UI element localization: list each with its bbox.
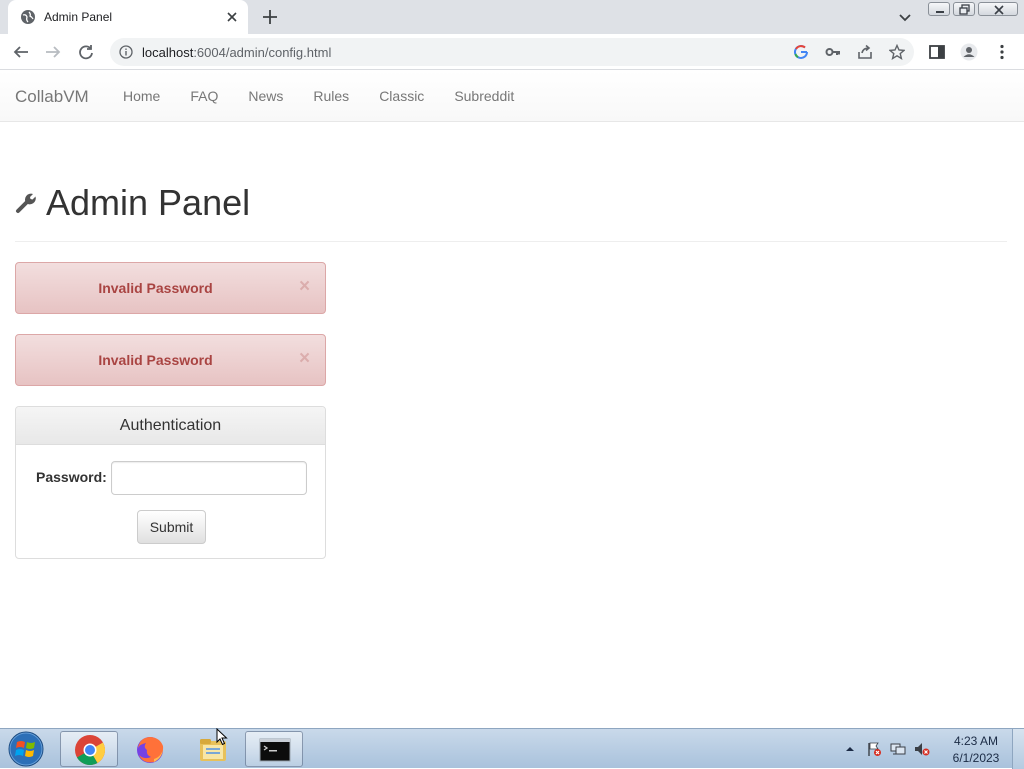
volume-muted-icon[interactable] [914,741,930,757]
browser-tabstrip: Admin Panel [0,0,1024,34]
password-field[interactable] [111,461,307,495]
plus-icon[interactable] [261,8,279,26]
site-navbar: CollabVM Home FAQ News Rules Classic Sub… [0,71,1024,122]
share-icon[interactable] [857,44,873,60]
clock-date[interactable]: 6/1/2023 [948,751,1004,765]
clock-time[interactable]: 4:23 AM [948,734,1004,748]
alert-message: Invalid Password [98,280,213,296]
nav-link-news[interactable]: News [233,71,298,122]
address-bar[interactable]: localhost:6004/admin/config.html [110,38,914,66]
url-text[interactable]: localhost:6004/admin/config.html [142,45,331,60]
nav-link-faq[interactable]: FAQ [175,71,233,122]
action-center-flag-icon[interactable] [866,741,882,757]
alert-close-button[interactable]: × [299,277,310,296]
globe-icon [21,10,35,24]
taskbar-cmd[interactable] [245,731,303,767]
nav-link-subreddit[interactable]: Subreddit [439,71,529,122]
nav-link-home[interactable]: Home [108,71,175,122]
menu-dots-icon[interactable] [993,43,1011,61]
back-icon[interactable] [12,43,30,61]
panel-title: Authentication [119,417,222,434]
windows-taskbar: 4:23 AM 6/1/2023 [0,728,1024,769]
side-panel-icon[interactable] [928,43,946,61]
chrome-icon [75,735,106,766]
google-icon[interactable] [793,44,809,60]
window-restore-button[interactable] [953,2,975,16]
tab-title: Admin Panel [44,10,113,24]
forward-icon[interactable] [44,43,62,61]
restore-icon [959,4,970,15]
taskbar-explorer[interactable] [184,731,242,767]
nav-link-rules[interactable]: Rules [298,71,364,122]
browser-toolbar: localhost:6004/admin/config.html [0,34,1024,70]
firefox-icon [137,737,164,763]
network-icon[interactable] [890,741,906,757]
taskbar-chrome[interactable] [60,731,118,767]
command-prompt-icon [259,738,291,762]
taskbar-firefox[interactable] [121,731,179,767]
nav-links: Home FAQ News Rules Classic Subreddit [108,71,529,122]
alert-message: Invalid Password [98,352,213,368]
close-icon[interactable] [224,9,240,25]
brand-link[interactable]: CollabVM [15,87,89,107]
alert-close-button[interactable]: × [299,349,310,368]
wrench-icon [16,193,36,213]
window-close-button[interactable] [978,2,1018,16]
info-icon[interactable] [119,45,133,59]
submit-button[interactable]: Submit [137,510,206,544]
panel-heading: Authentication [16,407,325,445]
mouse-cursor-icon [216,728,228,746]
key-icon[interactable] [825,44,841,60]
window-minimize-button[interactable] [928,2,950,16]
authentication-panel: Authentication Password: Submit [15,406,326,559]
nav-link-classic[interactable]: Classic [364,71,439,122]
reload-icon[interactable] [77,43,95,61]
start-button[interactable] [4,730,48,768]
url-path: :6004/admin/config.html [193,45,332,60]
page-title: Admin Panel [46,182,251,223]
url-host: localhost [142,45,194,60]
error-alert: Invalid Password × [15,262,326,314]
page-header: Admin Panel [15,180,1007,242]
password-label: Password: [36,469,107,485]
close-icon [994,5,1004,15]
profile-icon[interactable] [960,43,978,61]
show-desktop-button[interactable] [1012,729,1024,769]
minimize-icon [936,11,944,13]
star-icon[interactable] [889,44,905,60]
chevron-down-icon[interactable] [897,9,913,25]
browser-tab[interactable]: Admin Panel [8,0,248,34]
error-alert: Invalid Password × [15,334,326,386]
show-hidden-icons-icon[interactable] [842,741,858,757]
